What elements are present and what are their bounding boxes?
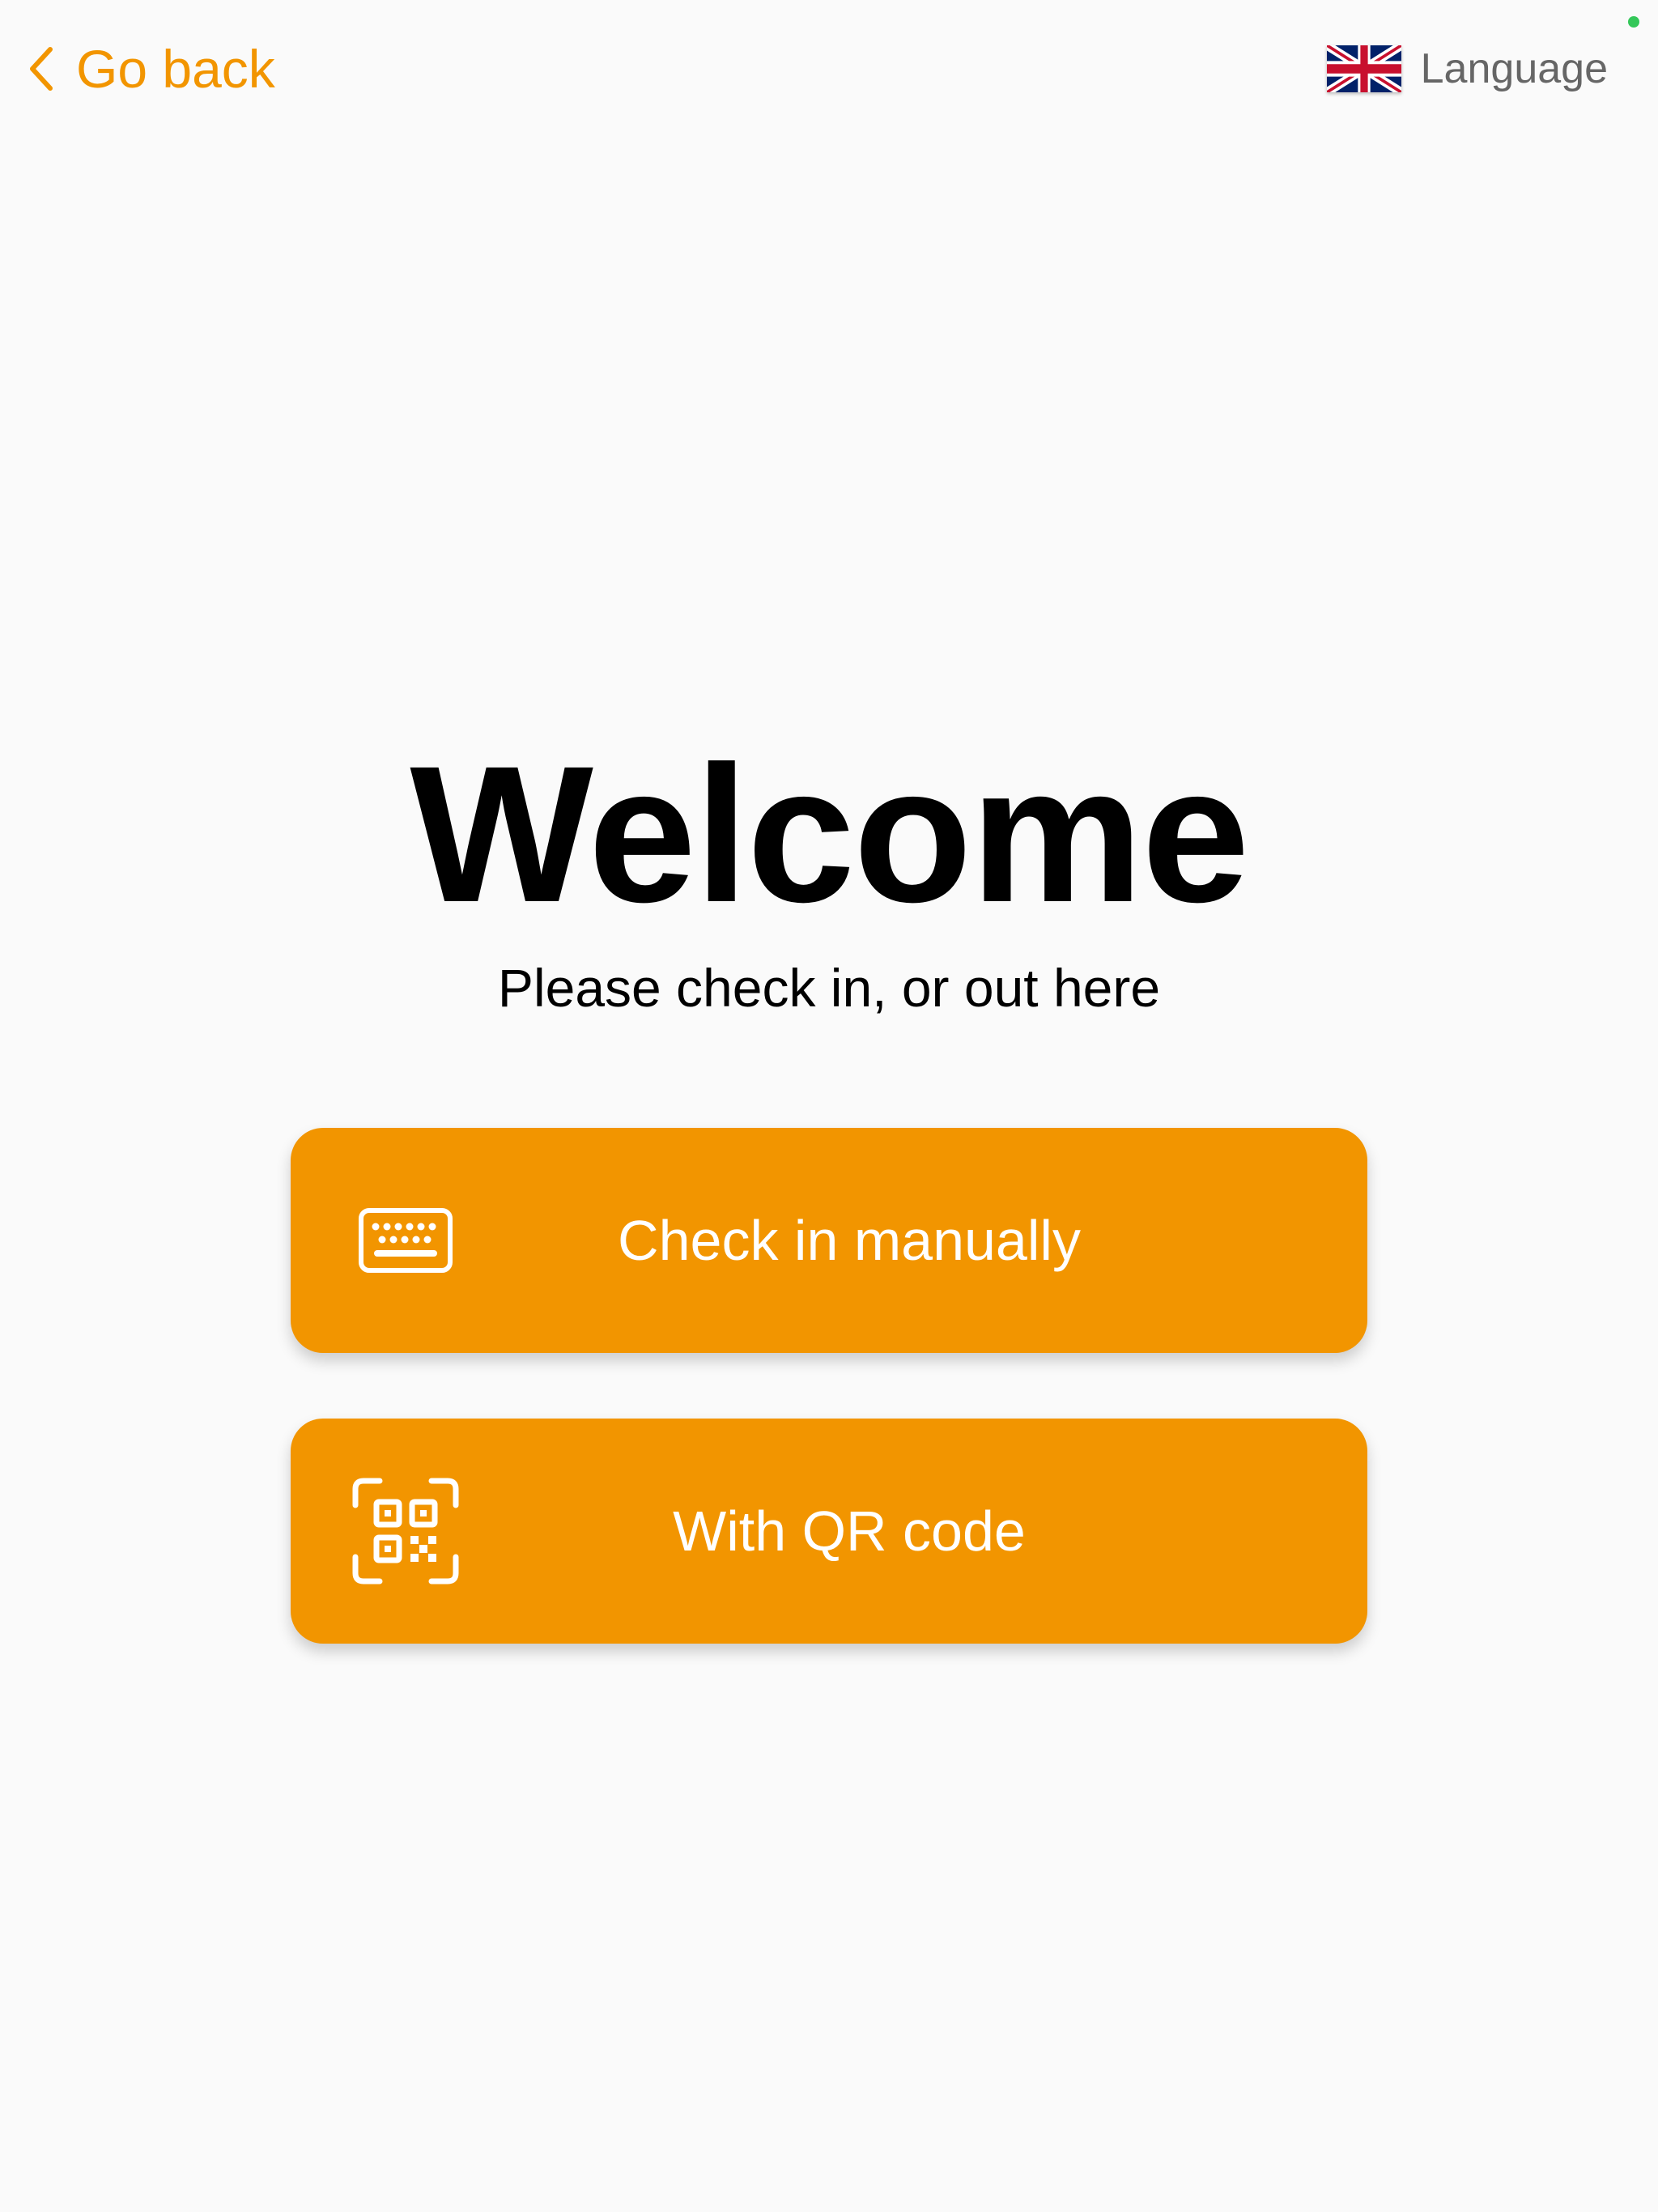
chevron-left-icon bbox=[24, 40, 65, 97]
language-label: Language bbox=[1420, 45, 1608, 92]
with-qr-code-label: With QR code bbox=[673, 1499, 1026, 1563]
page-subtitle: Please check in, or out here bbox=[497, 958, 1161, 1018]
top-bar: Go back Language bbox=[0, 0, 1658, 138]
go-back-label: Go back bbox=[76, 39, 275, 99]
with-qr-code-button[interactable]: With QR code bbox=[291, 1419, 1367, 1644]
language-selector[interactable]: Language bbox=[1324, 36, 1608, 101]
page-title: Welcome bbox=[410, 725, 1249, 942]
check-in-manually-label: Check in manually bbox=[618, 1209, 1081, 1272]
go-back-button[interactable]: Go back bbox=[24, 32, 275, 105]
check-in-manually-button[interactable]: Check in manually bbox=[291, 1128, 1367, 1353]
status-indicator-dot bbox=[1628, 16, 1639, 28]
uk-flag-icon bbox=[1324, 40, 1403, 97]
